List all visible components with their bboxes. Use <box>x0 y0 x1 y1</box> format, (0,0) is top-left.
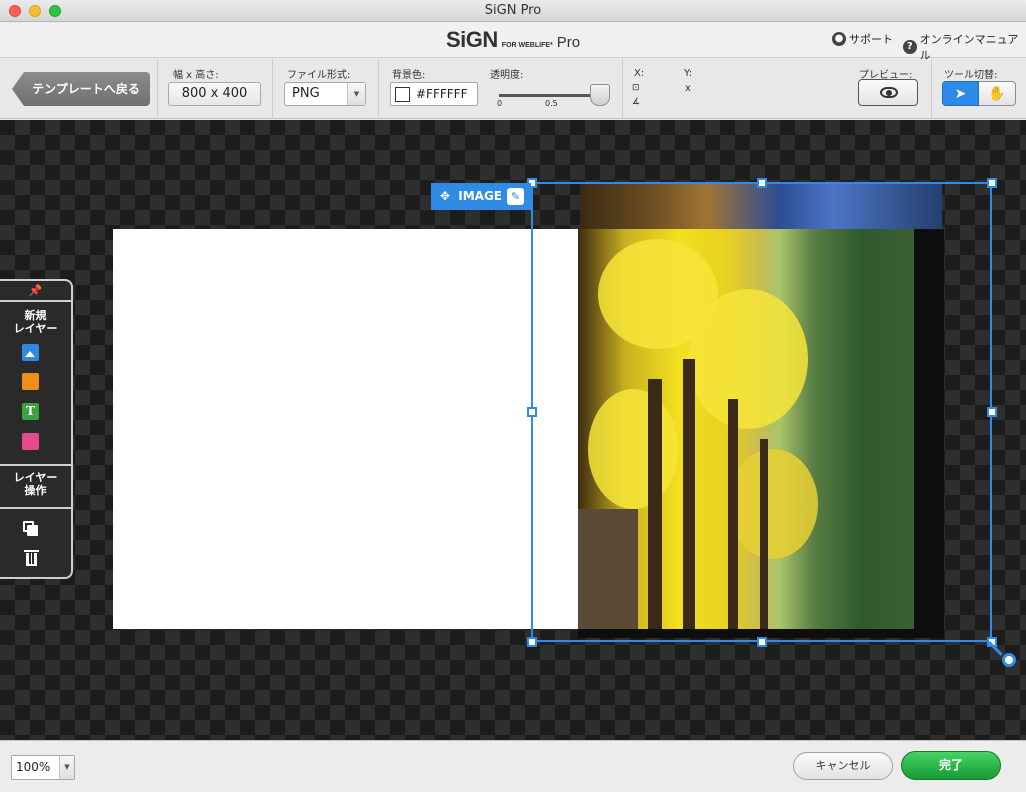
format-select[interactable]: PNG ▼ <box>284 82 366 106</box>
select-tool-button[interactable]: ➤ <box>942 81 979 106</box>
bgcolor-value: #FFFFFF <box>416 87 468 101</box>
toolbar-divider <box>157 59 158 119</box>
dropdown-arrow-icon: ▼ <box>59 756 74 779</box>
eye-icon <box>880 87 898 98</box>
support-link[interactable]: ● サポート <box>832 31 893 47</box>
layer-ops-title: レイヤー 操作 <box>0 471 71 497</box>
toolbar-divider <box>272 59 273 119</box>
new-text-layer-button[interactable]: T <box>22 403 39 420</box>
panel-divider <box>0 464 71 466</box>
duplicate-icon-front <box>27 525 38 536</box>
new-image-layer-button[interactable] <box>22 344 39 361</box>
format-label: ファイル形式: <box>287 70 351 81</box>
opacity-slider-thumb[interactable] <box>590 84 610 106</box>
opacity-tick-min: 0 <box>497 99 503 108</box>
minimize-window-button[interactable] <box>29 5 41 17</box>
app-header: SiGN FOR WEBLIFE* Pro ● サポート ? オンラインマニュア… <box>0 23 1026 62</box>
size-button[interactable]: 800 x 400 <box>168 82 261 106</box>
canvas-workspace[interactable]: ✥ IMAGE ✎ 📌 新規 レイヤー T レイヤー 操作 <box>0 120 1026 740</box>
opacity-tick-mid: 0.5 <box>545 99 558 108</box>
hand-tool-button[interactable]: ✋ <box>979 81 1016 106</box>
format-value: PNG <box>292 86 320 101</box>
logo-pro: Pro <box>556 34 581 51</box>
user-icon: ● <box>832 32 846 46</box>
new-layer-label-1: 新規 <box>24 309 47 322</box>
support-label: サポート <box>849 33 893 46</box>
resize-handle-left[interactable] <box>527 407 537 417</box>
bottom-bar: 100% ▼ キャンセル 完了 <box>0 740 1026 792</box>
toolbar-divider <box>931 59 932 119</box>
preview-button[interactable] <box>858 79 918 106</box>
edit-pencil-icon[interactable]: ✎ <box>507 188 524 205</box>
new-layer-title: 新規 レイヤー <box>0 309 71 335</box>
rotate-handle[interactable] <box>1002 653 1016 667</box>
new-table-layer-button[interactable] <box>22 433 39 450</box>
layer-ops-label-2: 操作 <box>24 484 47 497</box>
duplicate-layer-button[interactable] <box>23 521 39 537</box>
title-bar: SiGN Pro <box>0 0 1026 22</box>
dropdown-arrow-icon: ▼ <box>347 83 365 105</box>
toolbar-divider <box>622 59 623 119</box>
angle-icon: ∡ <box>632 97 641 107</box>
trash-icon <box>24 550 39 552</box>
window-title: SiGN Pro <box>484 3 542 18</box>
close-window-button[interactable] <box>9 5 21 17</box>
resize-handle-bottom[interactable] <box>757 637 767 647</box>
app-window: SiGN Pro SiGN FOR WEBLIFE* Pro ● サポート ? … <box>0 0 1026 792</box>
layer-tag-image[interactable]: ✥ IMAGE ✎ <box>431 183 531 210</box>
back-to-template-button[interactable]: テンプレートへ戻る <box>12 72 150 106</box>
maximize-window-button[interactable] <box>49 5 61 17</box>
layer-panel: 📌 新規 レイヤー T レイヤー 操作 <box>0 279 73 579</box>
opacity-label: 透明度: <box>490 70 524 81</box>
cancel-button[interactable]: キャンセル <box>793 752 893 780</box>
layer-tag-label: IMAGE <box>458 189 502 203</box>
color-swatch[interactable] <box>395 87 410 102</box>
app-logo: SiGN FOR WEBLIFE* Pro <box>446 27 580 55</box>
bgcolor-field[interactable]: #FFFFFF <box>390 82 478 106</box>
resize-handle-bottom-left[interactable] <box>527 637 537 647</box>
hand-icon: ✋ <box>988 86 1006 102</box>
logo-main: SiGN <box>446 27 498 52</box>
resize-handle-top[interactable] <box>757 178 767 188</box>
layer-ops-label-1: レイヤー <box>13 471 58 484</box>
done-button[interactable]: 完了 <box>901 751 1001 780</box>
new-shape-layer-button[interactable] <box>22 373 39 390</box>
zoom-value: 100% <box>16 760 51 774</box>
resize-handle-top-right[interactable] <box>987 178 997 188</box>
tool-switch-label: ツール切替: <box>944 70 998 81</box>
y-label: Y: <box>684 68 693 79</box>
toolbar-divider <box>378 59 379 119</box>
size-separator: x <box>685 83 691 94</box>
new-layer-label-2: レイヤー <box>13 322 58 335</box>
size-label: 幅 x 高さ: <box>173 70 219 81</box>
size-icon: ⊡ <box>632 83 640 93</box>
help-icon: ? <box>903 40 917 54</box>
logo-sub: FOR WEBLIFE* <box>501 42 553 49</box>
delete-layer-button[interactable] <box>24 548 39 566</box>
cursor-icon: ➤ <box>954 86 967 102</box>
x-label: X: <box>634 68 645 79</box>
zoom-select[interactable]: 100% ▼ <box>11 755 75 780</box>
opacity-slider-track[interactable] <box>499 94 599 97</box>
pin-icon[interactable]: 📌 <box>0 281 71 302</box>
move-icon: ✥ <box>440 189 451 203</box>
selection-box[interactable] <box>531 182 992 642</box>
panel-divider <box>0 507 71 509</box>
trash-icon-body <box>26 553 37 566</box>
toolbar: テンプレートへ戻る 幅 x 高さ: 800 x 400 ファイル形式: PNG … <box>0 59 1026 119</box>
resize-handle-right[interactable] <box>987 407 997 417</box>
bgcolor-label: 背景色: <box>392 70 426 81</box>
